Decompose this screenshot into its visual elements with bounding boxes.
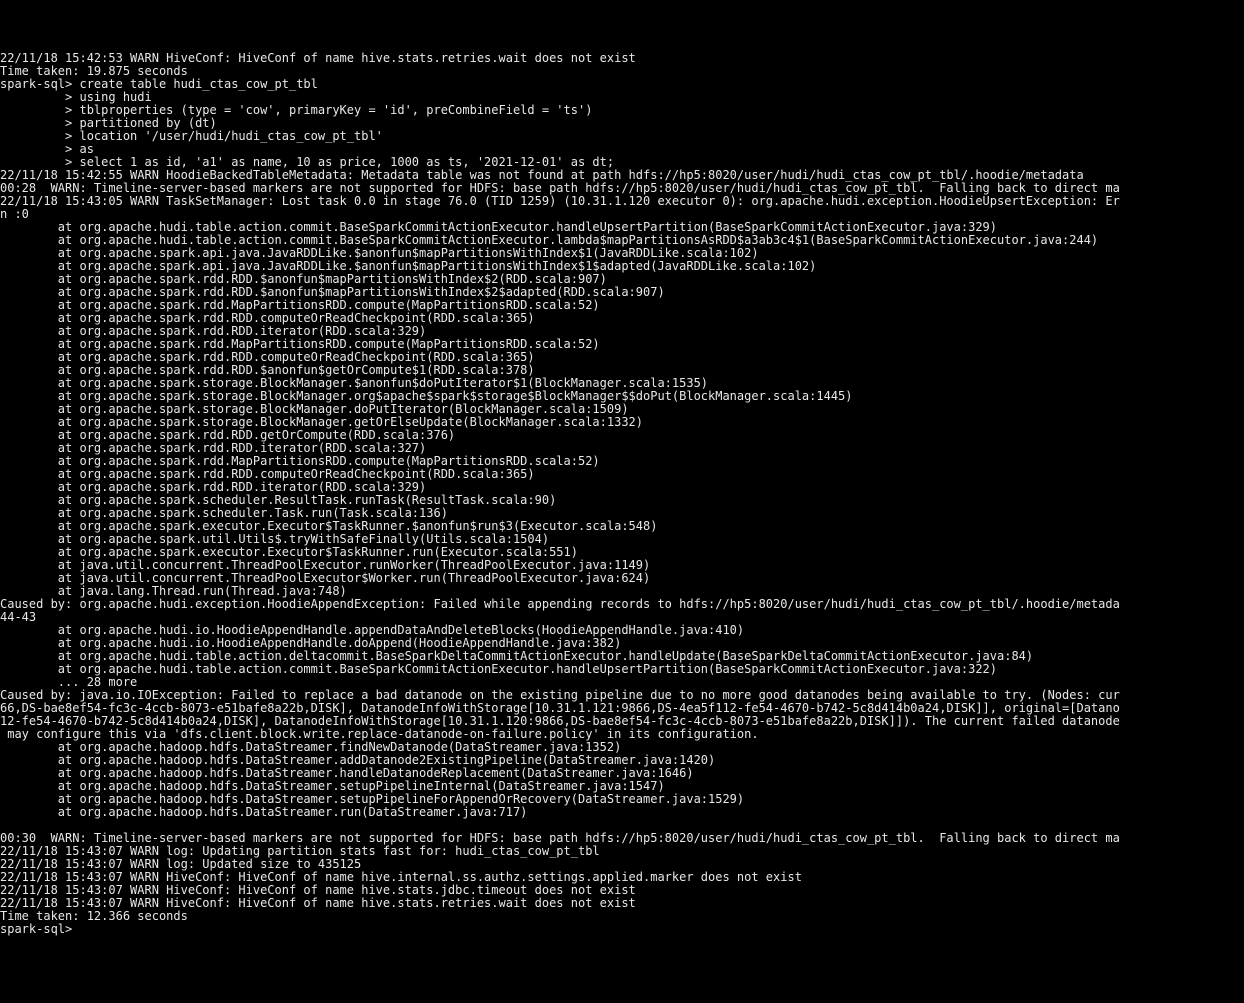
terminal-line: spark-sql> create table hudi_ctas_cow_pt… — [0, 77, 318, 91]
terminal-line: 00:28 WARN: Timeline-server-based marker… — [0, 181, 1120, 195]
terminal-line: 12-fe54-4670-b742-5c8d414b0a24,DISK], Da… — [0, 714, 1120, 728]
terminal-line: 22/11/18 15:42:55 WARN HoodieBackedTable… — [0, 168, 1084, 182]
terminal-line: at org.apache.hadoop.hdfs.DataStreamer.s… — [0, 779, 665, 793]
terminal-line: Caused by: java.io.IOException: Failed t… — [0, 688, 1120, 702]
prompt-line[interactable]: spark-sql> — [0, 922, 72, 936]
terminal-line: 22/11/18 15:43:07 WARN HiveConf: HiveCon… — [0, 883, 636, 897]
terminal-line: at java.util.concurrent.ThreadPoolExecut… — [0, 571, 650, 585]
terminal-line: at org.apache.spark.scheduler.ResultTask… — [0, 493, 556, 507]
terminal-line: may configure this via 'dfs.client.block… — [0, 727, 759, 741]
terminal-line: 22/11/18 15:43:05 WARN TaskSetManager: L… — [0, 194, 1120, 208]
terminal-line: at org.apache.spark.rdd.RDD.computeOrRea… — [0, 350, 535, 364]
terminal-line: at org.apache.spark.rdd.RDD.getOrCompute… — [0, 428, 455, 442]
terminal-line: at org.apache.spark.storage.BlockManager… — [0, 402, 629, 416]
terminal-line: at org.apache.spark.rdd.RDD.iterator(RDD… — [0, 324, 426, 338]
terminal-line: at java.util.concurrent.ThreadPoolExecut… — [0, 558, 650, 572]
terminal-line: > select 1 as id, 'a1' as name, 10 as pr… — [0, 155, 614, 169]
terminal-line: at org.apache.spark.executor.Executor$Ta… — [0, 519, 657, 533]
terminal-line: 44-43 — [0, 610, 36, 624]
terminal-line: > location '/user/hudi/hudi_ctas_cow_pt_… — [0, 129, 383, 143]
terminal-line: at org.apache.spark.rdd.RDD.computeOrRea… — [0, 311, 535, 325]
terminal-output[interactable]: 22/11/18 15:42:53 WARN HiveConf: HiveCon… — [0, 52, 1244, 951]
terminal-line: 66,DS-bae8ef54-fc3c-4ccb-8073-e51bafe8a2… — [0, 701, 1120, 715]
terminal-line: Time taken: 12.366 seconds — [0, 909, 188, 923]
terminal-line: at org.apache.spark.storage.BlockManager… — [0, 376, 708, 390]
terminal-line: at org.apache.hudi.table.action.commit.B… — [0, 662, 997, 676]
terminal-line: at org.apache.spark.rdd.RDD.$anonfun$get… — [0, 363, 535, 377]
terminal-line: at org.apache.spark.rdd.MapPartitionsRDD… — [0, 454, 600, 468]
terminal-line: > partitioned by (dt) — [0, 116, 217, 130]
terminal-line: at org.apache.hudi.io.HoodieAppendHandle… — [0, 623, 744, 637]
terminal-line: at org.apache.spark.rdd.MapPartitionsRDD… — [0, 337, 600, 351]
terminal-line: 22/11/18 15:43:07 WARN HiveConf: HiveCon… — [0, 870, 802, 884]
terminal-line: at org.apache.spark.scheduler.Task.run(T… — [0, 506, 448, 520]
terminal-line: at java.lang.Thread.run(Thread.java:748) — [0, 584, 347, 598]
terminal-line: at org.apache.hadoop.hdfs.DataStreamer.f… — [0, 740, 621, 754]
terminal-line: at org.apache.spark.storage.BlockManager… — [0, 389, 853, 403]
terminal-line: at org.apache.spark.api.java.JavaRDDLike… — [0, 259, 816, 273]
terminal-line: > using hudi — [0, 90, 152, 104]
terminal-line: at org.apache.hudi.table.action.deltacom… — [0, 649, 1033, 663]
terminal-line: at org.apache.hadoop.hdfs.DataStreamer.s… — [0, 792, 744, 806]
terminal-line: at org.apache.spark.rdd.RDD.iterator(RDD… — [0, 441, 426, 455]
terminal-line: at org.apache.hudi.table.action.commit.B… — [0, 220, 997, 234]
terminal-line: 22/11/18 15:43:07 WARN HiveConf: HiveCon… — [0, 896, 636, 910]
terminal-line: at org.apache.spark.executor.Executor$Ta… — [0, 545, 578, 559]
terminal-line: > tblproperties (type = 'cow', primaryKe… — [0, 103, 592, 117]
terminal-line: at org.apache.spark.rdd.MapPartitionsRDD… — [0, 298, 600, 312]
terminal-line: ... 28 more — [0, 675, 137, 689]
terminal-line: > as — [0, 142, 94, 156]
terminal-line: at org.apache.spark.storage.BlockManager… — [0, 415, 643, 429]
terminal-line: at org.apache.hudi.table.action.commit.B… — [0, 233, 1098, 247]
terminal-line: n :0 — [0, 207, 29, 221]
terminal-line: at org.apache.hadoop.hdfs.DataStreamer.a… — [0, 753, 715, 767]
terminal-line: 22/11/18 15:43:07 WARN log: Updating par… — [0, 844, 600, 858]
terminal-line: at org.apache.spark.rdd.RDD.computeOrRea… — [0, 467, 535, 481]
terminal-line: at org.apache.hadoop.hdfs.DataStreamer.h… — [0, 766, 694, 780]
terminal-line: at org.apache.spark.rdd.RDD.$anonfun$map… — [0, 272, 607, 286]
terminal-line: at org.apache.hudi.io.HoodieAppendHandle… — [0, 636, 621, 650]
terminal-line: at org.apache.hadoop.hdfs.DataStreamer.r… — [0, 805, 527, 819]
terminal-line: Time taken: 19.875 seconds — [0, 64, 188, 78]
terminal-line: at org.apache.spark.rdd.RDD.$anonfun$map… — [0, 285, 665, 299]
terminal-line: 00:30 WARN: Timeline-server-based marker… — [0, 831, 1120, 845]
terminal-line: Caused by: org.apache.hudi.exception.Hoo… — [0, 597, 1120, 611]
terminal-line: at org.apache.spark.api.java.JavaRDDLike… — [0, 246, 759, 260]
terminal-line: 22/11/18 15:43:07 WARN log: Updated size… — [0, 857, 361, 871]
terminal-line: at org.apache.spark.rdd.RDD.iterator(RDD… — [0, 480, 426, 494]
terminal-line: at org.apache.spark.util.Utils$.tryWithS… — [0, 532, 549, 546]
terminal-line: 22/11/18 15:42:53 WARN HiveConf: HiveCon… — [0, 51, 636, 65]
